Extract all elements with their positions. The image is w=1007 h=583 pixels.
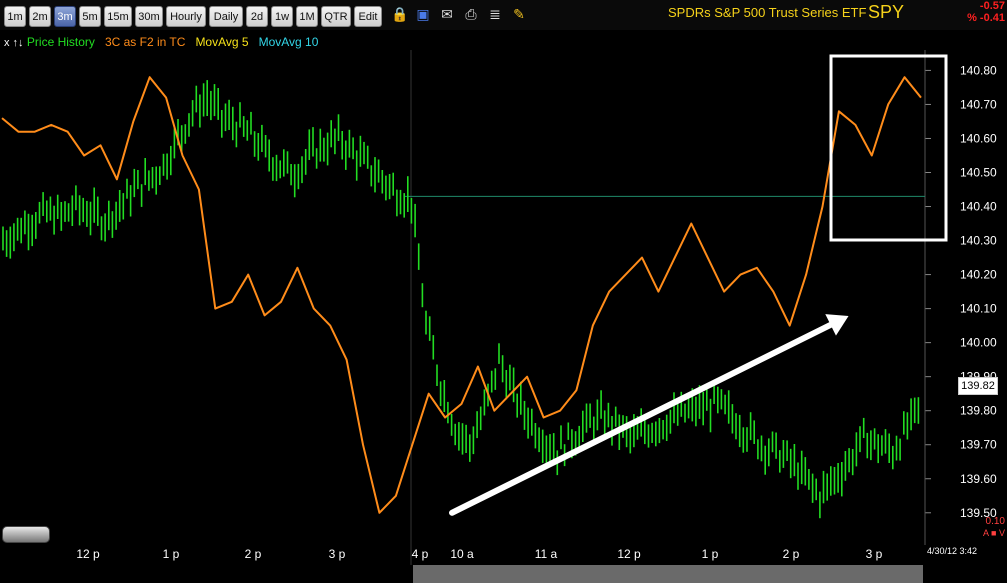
x-tick-label: 12 p xyxy=(617,547,641,561)
x-tick-label: 12 p xyxy=(76,547,100,561)
x-tick-label: 2 p xyxy=(783,547,800,561)
y-tick-label: 139.60 xyxy=(960,472,997,486)
x-tick-label: 10 a xyxy=(450,547,474,561)
y-tick-label: 140.20 xyxy=(960,268,997,282)
x-tick-label: 1 p xyxy=(702,547,719,561)
y-tick-label: 140.30 xyxy=(960,234,997,248)
y-tick-label: 140.60 xyxy=(960,131,997,145)
legend-3c-indicator[interactable]: 3C as F2 in TC xyxy=(105,35,185,49)
y-tick-label: 140.70 xyxy=(960,97,997,111)
x-tick-label: 3 p xyxy=(329,547,346,561)
chart-scroll-handle[interactable] xyxy=(2,526,50,543)
price-chart: 140.80 140.70 140.60 140.50 140.40 140.30 140.… xyxy=(1,50,997,581)
x-tick-label: 11 a xyxy=(535,547,558,561)
x-tick-label: 1 p xyxy=(163,547,180,561)
date-bar-apr30 xyxy=(413,565,923,583)
chart-legend: x ↑↓ Price History 3C as F2 in TC MovAvg… xyxy=(4,35,318,49)
y-tick-label: 140.40 xyxy=(960,200,997,214)
legend-movavg-5[interactable]: MovAvg 5 xyxy=(195,35,248,49)
y-tick-label: 139.80 xyxy=(960,404,997,418)
trend-arrow xyxy=(449,319,839,516)
y-tick-label: 140.00 xyxy=(960,336,997,350)
y-tick-label: 140.80 xyxy=(960,63,997,77)
y-tick-label: 139.70 xyxy=(960,438,997,452)
y-tick-label: 140.50 xyxy=(960,166,997,180)
legend-price-history[interactable]: Price History xyxy=(27,35,95,49)
divergence-box xyxy=(829,54,948,242)
x-tick-label: 4 p xyxy=(412,547,429,561)
x-tick-label: 3 p xyxy=(866,547,883,561)
y-tick-label: 140.10 xyxy=(960,302,997,316)
date-bar-apr27 xyxy=(0,565,413,583)
x-tick-label: 2 p xyxy=(245,547,262,561)
legend-movavg-10[interactable]: MovAvg 10 xyxy=(259,35,319,49)
legend-controls[interactable]: x ↑↓ xyxy=(4,37,24,49)
last-price-label: 139.82 xyxy=(958,377,998,395)
lower-panel-marks: A ■ V xyxy=(983,528,1005,538)
lower-panel-value: 0.10 xyxy=(985,516,1005,527)
timestamp: 4/30/12 3:42 xyxy=(927,546,978,556)
